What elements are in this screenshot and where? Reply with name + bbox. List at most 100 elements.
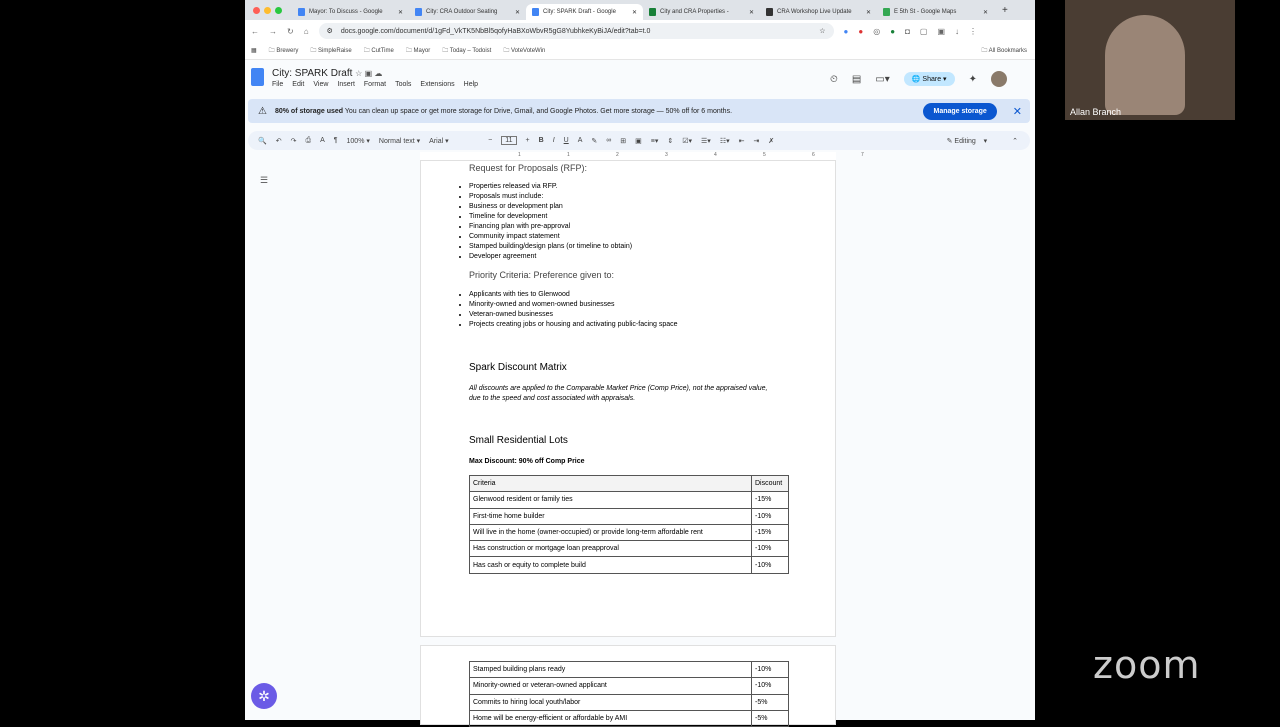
site-info-icon[interactable]: ⚙ [327,27,333,35]
editing-mode-select[interactable]: ✎ Editing ▾ [947,137,988,145]
document-page-2[interactable]: Stamped building plans ready -10% Minority… [420,645,836,727]
new-tab-button[interactable]: + [1002,5,1008,16]
browser-tab[interactable]: E 5th St - Google Maps ✕ [877,4,994,20]
text-color-icon[interactable]: A [578,137,583,144]
close-tab-icon[interactable]: ✕ [749,9,754,16]
checklist-icon[interactable]: ☑▾ [682,137,692,145]
indent-decrease-icon[interactable]: ⇤ [739,137,745,145]
highlight-icon[interactable]: ✎ [591,137,597,145]
line-spacing-icon[interactable]: ⇕ [667,137,673,145]
star-icon[interactable]: ☆ ▣ ☁ [355,69,382,78]
spellcheck-icon[interactable]: A [320,137,325,144]
close-tab-icon[interactable]: ✕ [515,9,520,16]
print-icon[interactable]: ⎙ [305,137,311,145]
clear-format-icon[interactable]: ✗ [768,137,774,145]
close-tab-icon[interactable]: ✕ [398,9,403,16]
menu-item[interactable]: View [313,81,328,88]
comment-icon[interactable]: ⊞ [620,137,626,145]
menu-item[interactable]: File [272,81,283,88]
docs-logo-icon[interactable] [251,68,264,86]
document-page[interactable]: Request for Proposals (RFP): Properties … [420,160,836,637]
close-tab-icon[interactable]: ✕ [866,9,871,16]
discount-cell[interactable]: -5% [751,709,789,727]
discount-cell[interactable]: -10% [751,507,789,525]
criteria-cell[interactable]: Has cash or equity to complete build [469,556,752,574]
bold-icon[interactable]: B [539,137,544,144]
meet-icon[interactable]: ▭▾ [875,74,889,85]
download-icon[interactable]: ↓ [955,27,959,36]
bookmark-item[interactable]: 🗀 VoteVoteWin [503,46,545,56]
indent-increase-icon[interactable]: ⇥ [754,137,760,145]
extensions-puzzle-icon[interactable]: ▢ [920,27,928,36]
redo-icon[interactable]: ↷ [291,137,297,145]
discount-cell[interactable]: -15% [751,523,789,542]
menu-icon[interactable]: ⋮ [969,27,977,36]
align-icon[interactable]: ≡▾ [651,137,659,145]
collapse-toolbar-icon[interactable]: ⌃ [1012,137,1018,145]
share-button[interactable]: 🌐 Share ▾ [903,72,955,86]
close-window-button[interactable] [253,6,260,14]
zoom-select[interactable]: 100% ▾ [347,137,370,145]
discount-cell[interactable]: -5% [751,693,789,711]
gemini-icon[interactable]: ✦ [969,74,977,85]
close-icon[interactable]: ✕ [1013,105,1022,118]
menu-item[interactable]: Edit [292,81,304,88]
browser-tab[interactable]: City: SPARK Draft - Google ✕ [526,4,643,20]
undo-icon[interactable]: ↶ [276,137,282,145]
avatar[interactable] [990,71,1007,87]
search-icon[interactable]: 🔍 [258,137,267,145]
link-icon[interactable]: ∞ [606,137,611,144]
manage-storage-button[interactable]: Manage storage [923,102,997,120]
underline-icon[interactable]: U [564,137,569,144]
criteria-cell[interactable]: Glenwood resident or family ties [469,491,752,509]
bullet-list-icon[interactable]: ☰▾ [701,137,711,145]
url-input[interactable]: ⚙ docs.google.com/document/d/1gFd_VkTK5Nb… [318,23,834,39]
extension-icon[interactable]: ◘ [905,27,910,36]
bookmark-item[interactable]: 🗀 Brewery [269,46,299,56]
criteria-cell[interactable]: First-time home builder [469,507,752,525]
browser-tab[interactable]: City and CRA Properties - ✕ [643,4,760,20]
doc-title[interactable]: City: SPARK Draft ☆ ▣ ☁ [272,68,382,79]
criteria-cell[interactable]: Has construction or mortgage loan preapp… [469,540,752,558]
menu-item[interactable]: Format [364,81,386,88]
version-history-icon[interactable]: ⏲ [830,74,838,85]
maximize-window-button[interactable] [275,6,282,14]
menu-item[interactable]: Insert [337,81,355,88]
discount-cell[interactable]: -10% [751,660,789,679]
side-panel-icon[interactable]: ▣ [937,27,945,36]
close-tab-icon[interactable]: ✕ [632,9,637,16]
style-select[interactable]: Normal text ▾ [379,137,420,145]
bookmark-item[interactable]: 🗀 Today – Todoist [442,46,491,56]
numbered-list-icon[interactable]: ☷▾ [720,137,730,145]
font-size-input[interactable]: 11 [501,136,517,145]
paint-format-icon[interactable]: ¶ [334,137,338,144]
close-tab-icon[interactable]: ✕ [983,9,988,16]
menu-item[interactable]: Help [464,81,478,88]
menu-item[interactable]: Tools [395,81,411,88]
forward-icon[interactable]: → [269,27,277,36]
increase-font-icon[interactable]: + [526,137,530,144]
decrease-font-icon[interactable]: − [488,137,492,144]
browser-tab[interactable]: CRA Workshop Live Update ✕ [760,4,877,20]
outline-icon[interactable]: ☰ [260,175,268,186]
discount-cell[interactable]: -10% [751,540,789,558]
discount-cell[interactable]: -15% [751,491,789,509]
back-icon[interactable]: ← [251,27,259,36]
extension-icon[interactable]: ● [844,27,849,36]
apps-icon[interactable]: ▦ [251,47,257,54]
extension-icon[interactable]: ● [890,27,895,36]
menu-item[interactable]: Extensions [420,81,454,88]
assistant-icon[interactable]: ✲ [251,683,277,709]
extension-icon[interactable]: ◎ [873,27,880,36]
minimize-window-button[interactable] [264,6,271,14]
bookmark-item[interactable]: 🗀 Mayor [406,46,430,56]
discount-cell[interactable]: -10% [751,677,789,695]
bookmark-item[interactable]: 🗀 CutTime [364,46,394,56]
criteria-cell[interactable]: Minority-owned or veteran-owned applican… [469,677,752,695]
ruler[interactable]: 1 1 2 3 4 5 6 7 [420,152,864,160]
reload-icon[interactable]: ↻ [287,27,294,36]
comments-icon[interactable]: ▤ [852,74,861,85]
extension-icon[interactable]: ● [858,27,863,36]
browser-tab[interactable]: City: CRA Outdoor Seating ✕ [409,4,526,20]
home-icon[interactable]: ⌂ [304,27,309,36]
